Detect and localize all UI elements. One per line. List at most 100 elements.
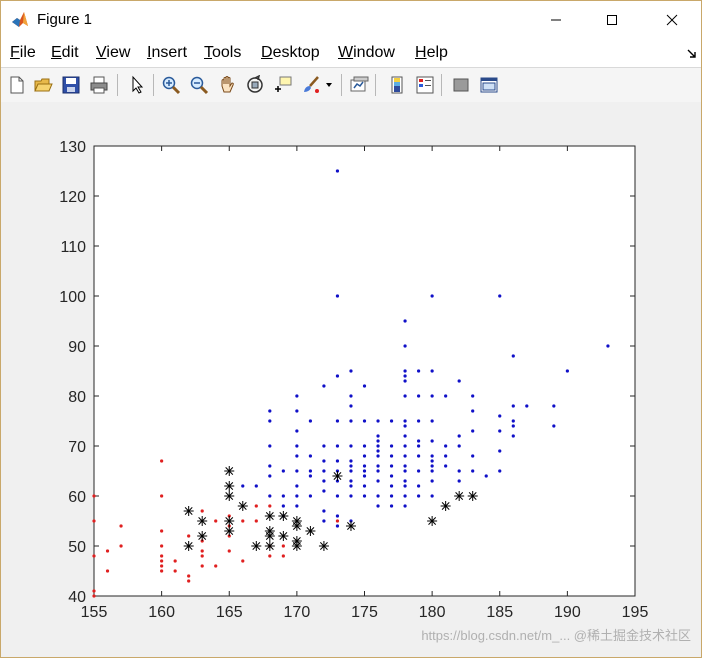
data-point bbox=[241, 484, 245, 488]
dock-arrow-icon[interactable] bbox=[687, 49, 697, 59]
data-point bbox=[430, 294, 434, 298]
zoom-out-icon bbox=[190, 76, 209, 95]
title-bar[interactable]: Figure 1 bbox=[1, 1, 701, 39]
maximize-button[interactable] bbox=[589, 1, 635, 39]
data-point bbox=[105, 569, 110, 573]
asterisk-marker bbox=[278, 531, 289, 541]
data-point bbox=[430, 369, 434, 373]
data-point bbox=[268, 409, 272, 413]
data-point bbox=[471, 409, 475, 413]
data-point bbox=[254, 484, 258, 488]
scatter-plot[interactable]: 155 160 165 170 175 180 185 190 195 40 50 60 70 80 90 1… bbox=[1, 102, 701, 657]
data-point bbox=[268, 444, 272, 448]
data-point bbox=[403, 444, 407, 448]
data-point bbox=[403, 424, 407, 428]
data-point bbox=[430, 419, 434, 423]
asterisk-marker bbox=[454, 491, 465, 501]
menu-tools-label: ools bbox=[212, 44, 242, 61]
pointer-icon bbox=[132, 75, 144, 94]
insert-legend-button[interactable] bbox=[413, 73, 437, 97]
data-point bbox=[498, 469, 502, 473]
data-point bbox=[295, 444, 299, 448]
data-point bbox=[322, 459, 326, 463]
brush-button[interactable] bbox=[299, 73, 323, 97]
menu-help[interactable]: Help bbox=[415, 44, 448, 62]
show-plot-tools-button[interactable] bbox=[477, 73, 501, 97]
data-point bbox=[119, 544, 123, 548]
rotate-3d-button[interactable] bbox=[243, 73, 267, 97]
x-tick-label: 170 bbox=[284, 604, 311, 621]
asterisk-marker bbox=[264, 531, 275, 541]
data-point bbox=[268, 419, 272, 423]
data-point bbox=[457, 379, 461, 383]
menu-insert[interactable]: Insert bbox=[147, 44, 187, 62]
data-point bbox=[417, 484, 421, 488]
data-point bbox=[403, 454, 407, 458]
menu-desktop-label: esktop bbox=[272, 44, 320, 61]
maximize-icon bbox=[607, 15, 617, 25]
data-point bbox=[295, 469, 299, 473]
minimize-button[interactable] bbox=[533, 1, 579, 39]
data-cursor-button[interactable] bbox=[271, 73, 295, 97]
menu-view[interactable]: View bbox=[96, 44, 130, 62]
new-figure-button[interactable] bbox=[5, 73, 29, 97]
data-point bbox=[471, 469, 475, 473]
data-point bbox=[471, 429, 475, 433]
link-plot-button[interactable] bbox=[347, 73, 371, 97]
pan-button[interactable] bbox=[215, 73, 239, 97]
matlab-logo-icon bbox=[12, 12, 28, 27]
data-point bbox=[349, 479, 353, 483]
axes-box bbox=[93, 145, 636, 597]
asterisk-marker bbox=[318, 541, 329, 551]
pointer-button[interactable] bbox=[125, 73, 149, 97]
save-button[interactable] bbox=[59, 73, 83, 97]
data-point bbox=[349, 484, 353, 488]
data-point bbox=[444, 394, 448, 398]
asterisk-marker bbox=[345, 521, 356, 531]
data-point bbox=[268, 474, 272, 478]
menu-file-label: ile bbox=[19, 44, 36, 61]
menu-file[interactable]: File bbox=[10, 44, 36, 62]
print-button[interactable] bbox=[87, 73, 111, 97]
toolbar-separator bbox=[153, 74, 154, 96]
data-point bbox=[376, 464, 380, 468]
data-point bbox=[389, 504, 394, 508]
data-point bbox=[430, 459, 434, 463]
data-point bbox=[92, 494, 96, 498]
data-point bbox=[511, 404, 515, 408]
open-file-button[interactable] bbox=[31, 73, 55, 97]
menu-window[interactable]: Window bbox=[338, 44, 395, 62]
data-point bbox=[200, 554, 204, 558]
data-point bbox=[92, 519, 96, 523]
x-tick-label: 190 bbox=[554, 604, 581, 621]
data-point bbox=[525, 404, 529, 408]
zoom-out-button[interactable] bbox=[187, 73, 211, 97]
close-button[interactable] bbox=[649, 1, 695, 39]
data-point bbox=[430, 439, 434, 443]
data-point bbox=[403, 394, 407, 398]
menu-bar: File Edit View Insert Tools Desktop Wind… bbox=[1, 39, 701, 67]
zoom-in-button[interactable] bbox=[159, 73, 183, 97]
menu-tools[interactable]: Tools bbox=[204, 44, 241, 62]
data-point bbox=[389, 484, 394, 488]
y-tick-label: 130 bbox=[59, 139, 86, 156]
rotate-3d-icon bbox=[247, 75, 263, 93]
y-tick-label: 100 bbox=[59, 289, 86, 306]
brush-dropdown-button[interactable] bbox=[323, 73, 335, 97]
hide-plot-tools-button[interactable] bbox=[449, 73, 473, 97]
x-tick-label: 165 bbox=[216, 604, 243, 621]
x-tick-label: 160 bbox=[148, 604, 175, 621]
data-point bbox=[322, 519, 326, 523]
data-point bbox=[417, 369, 421, 373]
data-point bbox=[308, 454, 312, 458]
data-point bbox=[335, 419, 340, 423]
data-point bbox=[430, 479, 434, 483]
data-point bbox=[403, 479, 407, 483]
menu-edit[interactable]: Edit bbox=[51, 44, 79, 62]
data-point bbox=[362, 444, 367, 448]
insert-colorbar-button[interactable] bbox=[385, 73, 409, 97]
menu-desktop[interactable]: Desktop bbox=[261, 44, 320, 62]
menu-view-label: iew bbox=[106, 44, 131, 61]
data-point bbox=[200, 549, 204, 553]
data-point bbox=[281, 544, 285, 548]
